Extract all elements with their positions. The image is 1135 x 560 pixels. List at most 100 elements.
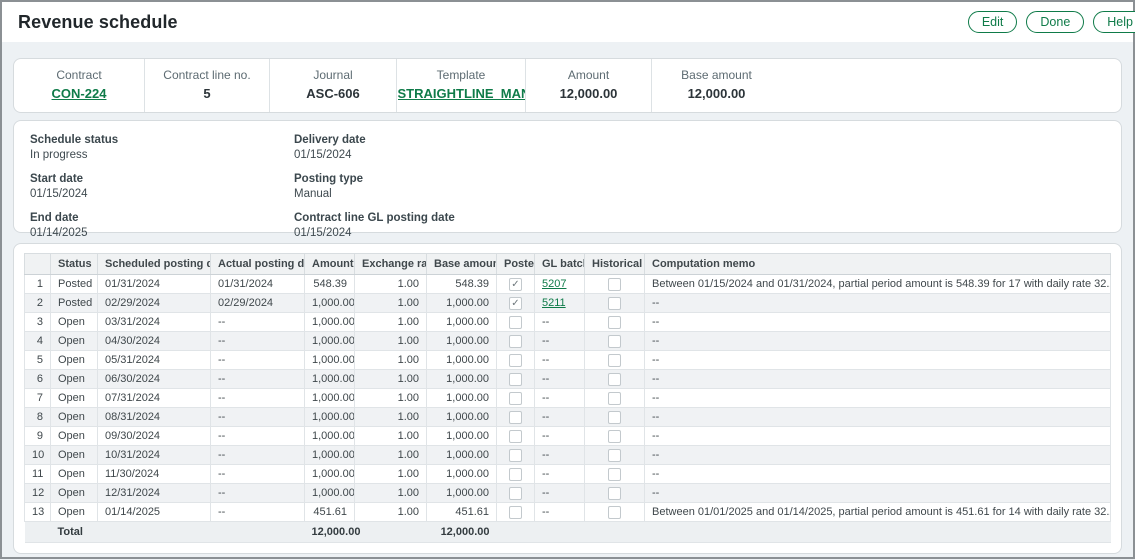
actual-date-cell: -- xyxy=(211,332,305,351)
summary-field-amount: Amount 12,000.00 xyxy=(525,59,651,112)
column-header[interactable]: Posted xyxy=(497,254,535,275)
details-left-column: Schedule status In progress Start date 0… xyxy=(30,133,294,232)
unchecked-checkbox[interactable] xyxy=(608,411,621,424)
gl-posting-date-value: 01/15/2024 xyxy=(294,226,1121,241)
column-header[interactable]: Actual posting date xyxy=(211,254,305,275)
column-header[interactable]: Base amount xyxy=(427,254,497,275)
unchecked-checkbox[interactable] xyxy=(509,506,522,519)
unchecked-checkbox[interactable] xyxy=(608,430,621,443)
column-header[interactable] xyxy=(25,254,51,275)
column-header[interactable]: Exchange rate xyxy=(355,254,427,275)
row-number-cell: 5 xyxy=(25,351,51,370)
start-date-label: Start date xyxy=(30,172,294,187)
status-cell: Open xyxy=(51,446,98,465)
gl-batch-cell: -- xyxy=(535,332,585,351)
unchecked-checkbox[interactable] xyxy=(509,449,522,462)
actual-date-cell: -- xyxy=(211,351,305,370)
gl-batch-link[interactable]: 5211 xyxy=(542,297,566,309)
row-number-cell: 2 xyxy=(25,294,51,313)
row-number-cell: 11 xyxy=(25,465,51,484)
gl-batch-cell: -- xyxy=(535,313,585,332)
column-header[interactable]: GL batch xyxy=(535,254,585,275)
scheduled-date-cell: 05/31/2024 xyxy=(98,351,211,370)
base-amount-label: Base amount xyxy=(681,68,752,82)
unchecked-checkbox[interactable] xyxy=(608,506,621,519)
unchecked-checkbox[interactable] xyxy=(509,487,522,500)
table-row: 12Open12/31/2024--1,000.001.001,000.00--… xyxy=(25,484,1111,503)
posted-cell xyxy=(497,370,535,389)
summary-field-contract-line: Contract line no. 5 xyxy=(144,59,269,112)
exchange-rate-cell: 1.00 xyxy=(355,370,427,389)
base-amount-cell: 1,000.00 xyxy=(427,370,497,389)
scheduled-date-cell: 06/30/2024 xyxy=(98,370,211,389)
unchecked-checkbox[interactable] xyxy=(509,354,522,367)
unchecked-checkbox[interactable] xyxy=(608,297,621,310)
historical-cell xyxy=(585,465,645,484)
checked-checkbox[interactable]: ✓ xyxy=(509,278,522,291)
schedule-status-label: Schedule status xyxy=(30,133,294,148)
unchecked-checkbox[interactable] xyxy=(608,449,621,462)
scheduled-date-cell: 07/31/2024 xyxy=(98,389,211,408)
column-header[interactable]: Amount xyxy=(305,254,355,275)
unchecked-checkbox[interactable] xyxy=(608,373,621,386)
unchecked-checkbox[interactable] xyxy=(509,411,522,424)
status-cell: Open xyxy=(51,427,98,446)
table-row: 4Open04/30/2024--1,000.001.001,000.00---… xyxy=(25,332,1111,351)
computation-memo-cell: -- xyxy=(645,294,1111,313)
row-number-cell: 1 xyxy=(25,275,51,294)
unchecked-checkbox[interactable] xyxy=(608,335,621,348)
unchecked-checkbox[interactable] xyxy=(608,316,621,329)
table-row: 11Open11/30/2024--1,000.001.001,000.00--… xyxy=(25,465,1111,484)
row-number-cell: 13 xyxy=(25,503,51,522)
gl-batch-cell: -- xyxy=(535,484,585,503)
done-button[interactable]: Done xyxy=(1026,11,1084,33)
contract-link[interactable]: CON-224 xyxy=(52,86,107,101)
unchecked-checkbox[interactable] xyxy=(608,487,621,500)
historical-cell xyxy=(585,370,645,389)
end-date-value: 01/14/2025 xyxy=(30,226,294,241)
edit-button[interactable]: Edit xyxy=(968,11,1018,33)
checked-checkbox[interactable]: ✓ xyxy=(509,297,522,310)
summary-field-template: Template STRAIGHTLINE_MANUA xyxy=(396,59,525,112)
unchecked-checkbox[interactable] xyxy=(509,430,522,443)
base-amount-cell: 1,000.00 xyxy=(427,313,497,332)
amount-cell: 1,000.00 xyxy=(305,446,355,465)
historical-cell xyxy=(585,503,645,522)
unchecked-checkbox[interactable] xyxy=(608,468,621,481)
column-header[interactable]: Status xyxy=(51,254,98,275)
gl-batch-cell: -- xyxy=(535,446,585,465)
posted-cell xyxy=(497,465,535,484)
total-amount: 12,000.00 xyxy=(305,522,355,543)
unchecked-checkbox[interactable] xyxy=(509,373,522,386)
table-row: 13Open01/14/2025--451.611.00451.61--Betw… xyxy=(25,503,1111,522)
computation-memo-cell: -- xyxy=(645,408,1111,427)
content-area: Contract CON-224 Contract line no. 5 Jou… xyxy=(2,42,1133,560)
unchecked-checkbox[interactable] xyxy=(608,278,621,291)
posted-cell xyxy=(497,427,535,446)
unchecked-checkbox[interactable] xyxy=(608,392,621,405)
column-header[interactable]: Scheduled posting date xyxy=(98,254,211,275)
page-title: Revenue schedule xyxy=(18,12,178,33)
template-link[interactable]: STRAIGHTLINE_MANUA xyxy=(398,86,525,101)
unchecked-checkbox[interactable] xyxy=(509,468,522,481)
amount-cell: 1,000.00 xyxy=(305,427,355,446)
unchecked-checkbox[interactable] xyxy=(509,316,522,329)
title-bar: Revenue schedule Edit Done Help xyxy=(2,2,1133,42)
template-label: Template xyxy=(437,68,486,82)
unchecked-checkbox[interactable] xyxy=(509,335,522,348)
unchecked-checkbox[interactable] xyxy=(608,354,621,367)
help-button[interactable]: Help xyxy=(1093,11,1135,33)
field-delivery-date: Delivery date 01/15/2024 xyxy=(294,133,1121,163)
status-cell: Open xyxy=(51,370,98,389)
column-header[interactable]: Historical xyxy=(585,254,645,275)
scheduled-date-cell: 04/30/2024 xyxy=(98,332,211,351)
base-amount-cell: 1,000.00 xyxy=(427,294,497,313)
actual-date-cell: -- xyxy=(211,313,305,332)
unchecked-checkbox[interactable] xyxy=(509,392,522,405)
base-amount-cell: 548.39 xyxy=(427,275,497,294)
column-header[interactable]: Computation memo xyxy=(645,254,1111,275)
gl-batch-link[interactable]: 5207 xyxy=(542,278,566,290)
actual-date-cell: -- xyxy=(211,370,305,389)
computation-memo-cell: Between 01/01/2025 and 01/14/2025, parti… xyxy=(645,503,1111,522)
gl-batch-cell: -- xyxy=(535,351,585,370)
